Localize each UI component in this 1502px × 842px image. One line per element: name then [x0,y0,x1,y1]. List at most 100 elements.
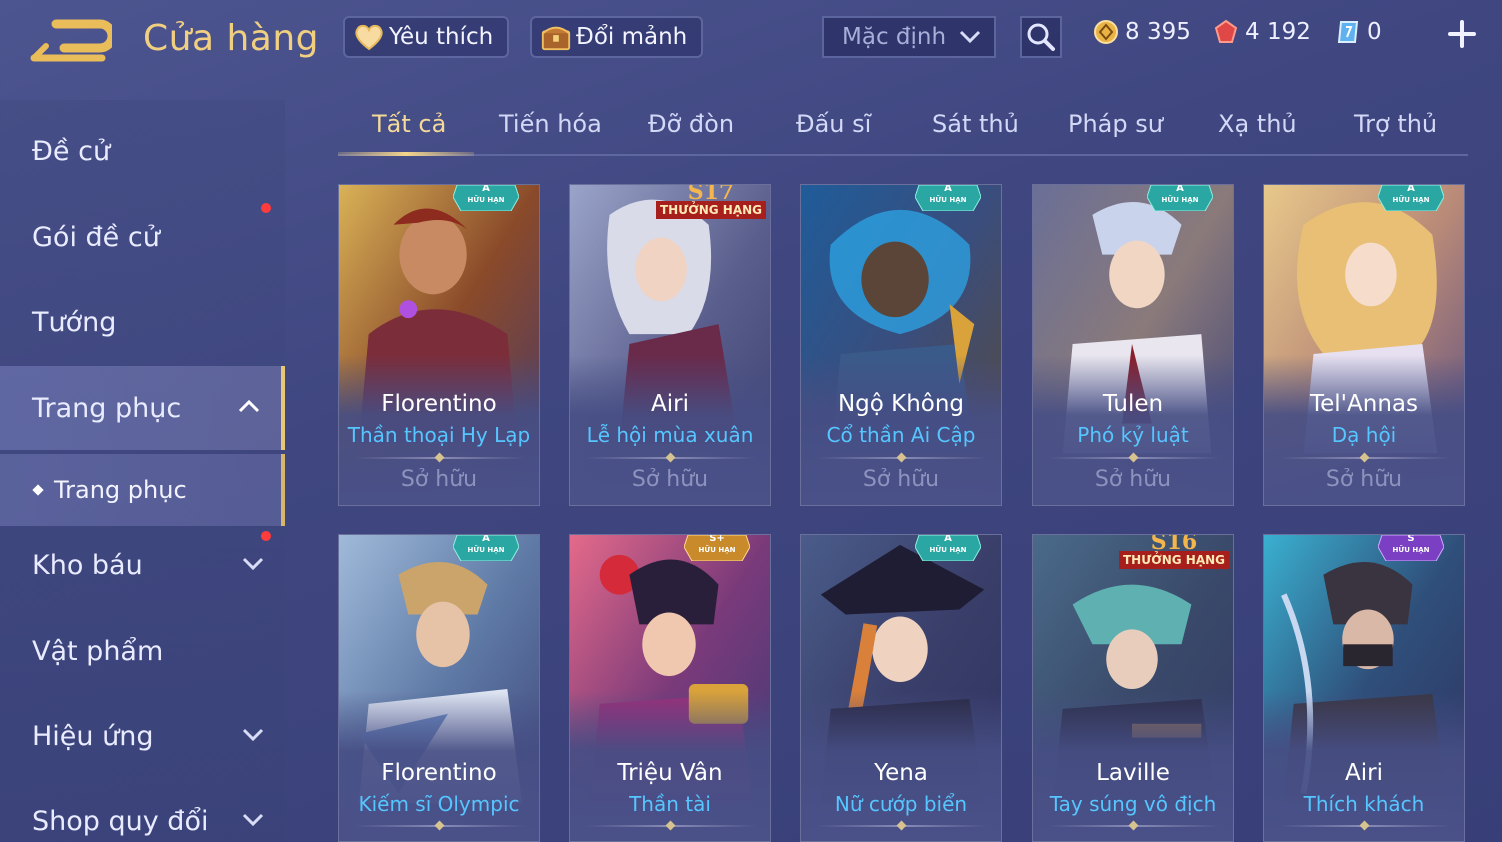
tab-evolution[interactable]: Tiến hóa [499,110,602,138]
sort-dropdown[interactable]: Mặc định [822,16,996,58]
hero-name: Florentino [381,760,497,786]
sidebar-item-treasure[interactable]: Kho báu [0,524,285,606]
bullet-diamond-icon [32,484,44,496]
sidebar-item-label: Vật phẩm [32,635,164,667]
sidebar-item-recommended-bundles[interactable]: Gói đề cử [0,196,285,278]
gold-coin-icon [1092,18,1120,46]
owned-status: Sở hữu [862,467,940,492]
skin-name: Thích khách [1303,792,1425,816]
chevron-down-icon [242,728,264,742]
gem-amount: 4 192 [1245,19,1311,45]
hero-name: Laville [1096,760,1170,786]
limited-badge: S HỮU HẠN [1377,535,1445,562]
top-bar: Cửa hàng Yêu thích Đổi mảnh Mặc định 8 3… [0,0,1502,80]
skin-name: Cổ thần Ai Cập [826,423,976,447]
hero-name: Tel'Annas [1310,391,1418,417]
treasure-chest-icon [540,21,572,53]
sidebar-item-items[interactable]: Vật phẩm [0,610,285,692]
gold-amount: 8 395 [1125,19,1191,45]
card-divider [355,452,525,463]
search-icon [1027,23,1055,51]
card-divider [817,820,987,831]
skin-card[interactable]: A HỮU HẠN Yena Nữ cướp biển [800,534,1002,842]
active-tab-indicator [338,152,474,156]
limited-badge: S+ HỮU HẠN [683,535,751,562]
heart-icon [353,21,385,53]
limited-badge: A HỮU HẠN [914,185,982,212]
tab-support[interactable]: Trợ thủ [1354,110,1437,138]
add-currency-icon[interactable] [1446,18,1478,50]
tab-assassin[interactable]: Sát thủ [932,110,1019,138]
back-arrow-icon[interactable] [30,18,112,66]
sidebar-item-recommended[interactable]: Đề cử [0,110,285,192]
card-divider [586,452,756,463]
limited-badge: A HỮU HẠN [914,535,982,562]
tab-all[interactable]: Tất cả [372,110,446,138]
sidebar-item-skins[interactable]: Trang phục [0,366,285,450]
tab-fighter[interactable]: Đấu sĩ [796,110,871,138]
chevron-up-icon [238,399,260,413]
card-divider [355,820,525,831]
tab-mage[interactable]: Pháp sư [1068,110,1163,138]
skin-card[interactable]: S17 THƯỞNG HẠNG Airi Lễ hội mùa xuân Sở … [569,184,771,506]
skin-card[interactable]: A HỮU HẠN Florentino Thần thoại Hy Lạp S… [338,184,540,506]
limited-badge: A HỮU HẠN [1146,185,1214,212]
sidebar-item-label: Đề cử [32,135,111,167]
sidebar-item-label: Kho báu [32,549,143,581]
hero-name: Florentino [381,391,497,417]
skin-name: Kiếm sĩ Olympic [358,792,520,816]
sidebar-item-exchange-shop[interactable]: Shop quy đổi [0,780,285,842]
hero-name: Airi [651,391,689,417]
sidebar-item-label: Hiệu ứng [32,720,154,752]
sidebar-item-label: Shop quy đổi [32,805,209,837]
sidebar: Đề cử Gói đề cử Tướng Trang phục Trang p… [0,100,285,842]
hero-name: Ngộ Không [837,391,965,417]
skin-card[interactable]: S+ HỮU HẠN Triệu Vân Thần tài [569,534,771,842]
skin-card[interactable]: A HỮU HẠN Ngộ Không Cổ thần Ai Cập Sở hữ… [800,184,1002,506]
owned-status: Sở hữu [631,467,709,492]
skin-card[interactable]: S16 THƯỞNG HẠNG Laville Tay súng vô địch [1032,534,1234,842]
skin-name: Nữ cướp biển [834,792,968,816]
red-gem-icon [1212,18,1240,46]
owned-status: Sở hữu [1325,467,1403,492]
hero-name: Yena [874,760,928,786]
sidebar-item-effects[interactable]: Hiệu ứng [0,695,285,777]
sidebar-subitem-skins[interactable]: Trang phục [0,454,285,526]
ranked-reward-badge: S17 THƯỞNG HẠNG [656,185,766,225]
chevron-down-icon [242,557,264,571]
owned-status: Sở hữu [400,467,478,492]
limited-badge: A HỮU HẠN [452,185,520,212]
skin-card[interactable]: A HỮU HẠN Tulen Phó kỷ luật Sở hữu [1032,184,1234,506]
owned-status: Sở hữu [1094,467,1172,492]
chevron-down-icon [242,813,264,827]
skin-name: Thần thoại Hy Lạp [347,423,531,447]
favorite-button[interactable]: Yêu thích [343,16,510,58]
voucher-balance: 0 [1334,18,1382,46]
tab-marksman[interactable]: Xạ thủ [1218,110,1297,138]
card-divider [1280,452,1450,463]
sidebar-subitem-label: Trang phục [54,476,187,504]
card-divider [1049,452,1219,463]
skin-card[interactable]: A HỮU HẠN Tel'Annas Dạ hội Sở hữu [1263,184,1465,506]
card-divider [1049,820,1219,831]
gem-balance: 4 192 [1212,18,1311,46]
skin-card[interactable]: A HỮU HẠN Florentino Kiếm sĩ Olympic [338,534,540,842]
hero-name: Triệu Vân [617,760,723,786]
sort-value: Mặc định [842,24,947,50]
tab-tank[interactable]: Đỡ đòn [648,110,734,138]
search-button[interactable] [1020,16,1062,58]
role-tabs: Tất cả Tiến hóa Đỡ đòn Đấu sĩ Sát thủ Ph… [338,100,1468,156]
sidebar-item-label: Tướng [32,306,117,338]
skin-card[interactable]: S HỮU HẠN Airi Thích khách [1263,534,1465,842]
sidebar-item-label: Trang phục [32,392,182,424]
hero-name: Airi [1345,760,1383,786]
limited-badge: A HỮU HẠN [1377,185,1445,212]
exchange-shards-button[interactable]: Đổi mảnh [530,16,704,58]
voucher-ticket-icon [1334,18,1362,46]
skin-name: Lễ hội mùa xuân [586,423,754,447]
sidebar-item-heroes[interactable]: Tướng [0,281,285,363]
page-title: Cửa hàng [143,18,320,59]
card-divider [1280,820,1450,831]
exchange-label: Đổi mảnh [576,24,688,50]
skin-name: Tay súng vô địch [1049,792,1217,816]
